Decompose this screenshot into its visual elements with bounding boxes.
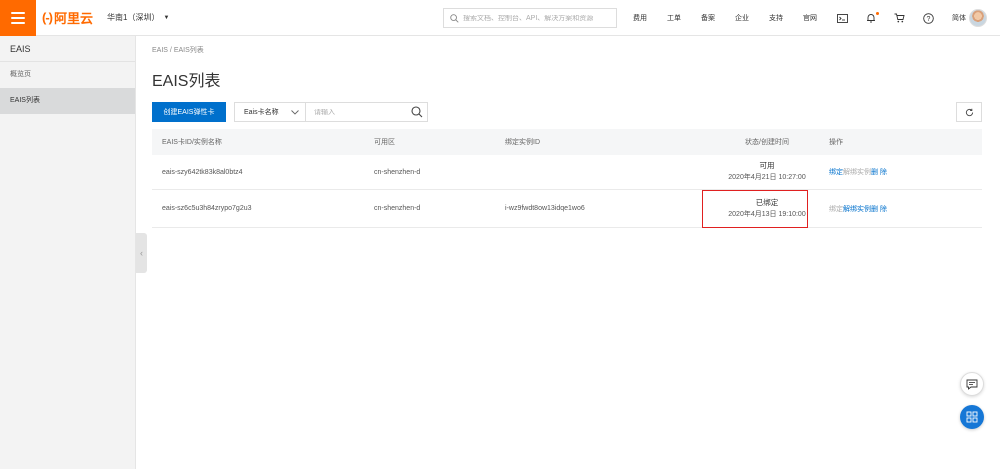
breadcrumb-root[interactable]: EAIS — [152, 47, 168, 54]
logo-mark: (-) — [42, 10, 53, 25]
nav-official[interactable]: 官网 — [803, 13, 817, 23]
refresh-icon — [965, 108, 973, 116]
apps-button[interactable] — [960, 405, 984, 429]
unbind-instance-link[interactable]: 解绑实例 — [843, 206, 871, 213]
bind-link[interactable]: 绑定 — [829, 169, 843, 176]
status-text: 可用 — [759, 161, 775, 170]
column-header: 可用区 — [374, 139, 395, 146]
breadcrumb: EAIS / EAIS列表 — [152, 45, 982, 55]
svg-text:?: ? — [927, 16, 931, 23]
apps-icon — [966, 411, 978, 423]
highlight-box — [702, 190, 808, 228]
menu-icon[interactable] — [0, 0, 36, 36]
status-cell: 可用 2020年4月21日 10:27:00 — [709, 160, 825, 184]
sidebar-item-eais-list[interactable]: EAIS列表 — [0, 88, 135, 114]
breadcrumb-separator: / — [169, 47, 172, 54]
filter-field-label: Eais卡名称 — [244, 109, 279, 116]
column-header: 绑定实例ID — [505, 139, 540, 146]
global-search[interactable] — [443, 8, 617, 28]
search-icon[interactable] — [411, 106, 423, 120]
unbind-instance-link: 解绑实例 — [843, 169, 871, 176]
region-label: 华南1（深圳） — [107, 13, 160, 22]
global-search-input[interactable] — [463, 14, 613, 22]
main-content: EAIS / EAIS列表 EAIS列表 创建EAIS弹性卡 Eais卡名称 E… — [152, 36, 982, 228]
nav-fee[interactable]: 费用 — [633, 13, 647, 23]
chat-icon — [966, 379, 978, 390]
sidebar-item-overview[interactable]: 概览页 — [0, 62, 135, 88]
sidebar: EAIS 概览页 EAIS列表 — [0, 36, 136, 469]
column-header: EAIS卡ID/实例名称 — [162, 139, 222, 146]
column-header: 状态/创建时间 — [745, 139, 789, 146]
column-header: 操作 — [829, 139, 843, 146]
table-header: EAIS卡ID/实例名称 可用区 绑定实例ID 状态/创建时间 操作 — [152, 129, 982, 155]
bind-link: 绑定 — [829, 205, 843, 213]
breadcrumb-current: EAIS列表 — [173, 47, 204, 54]
zone: cn-shenzhen-d — [374, 205, 421, 212]
eais-table: EAIS卡ID/实例名称 可用区 绑定实例ID 状态/创建时间 操作 eais-… — [152, 129, 982, 228]
page-title: EAIS列表 — [152, 73, 221, 90]
bound-instance-id[interactable]: i-wz9fwdt8ow13idqe1wo6 — [505, 205, 709, 212]
avatar[interactable] — [969, 9, 987, 27]
delete-link[interactable]: 删 除 — [871, 206, 887, 213]
create-eais-button[interactable]: 创建EAIS弹性卡 — [152, 102, 226, 122]
terminal-icon[interactable] — [837, 13, 848, 23]
language-switch[interactable]: 简体 — [952, 13, 966, 23]
operations: 绑定解绑实例删 除 — [825, 167, 982, 177]
table-row: eais-szy642tk83k8al0btz4 cn-shenzhen-d 可… — [152, 155, 982, 190]
created-time: 2020年4月21日 10:27:00 — [728, 174, 806, 181]
nav-enterprise[interactable]: 企业 — [735, 13, 749, 23]
table-row: eais-sz6c5u3h84zrypo7g2u3 cn-shenzhen-d … — [152, 190, 982, 228]
cart-icon[interactable] — [894, 13, 905, 23]
nav-support[interactable]: 支持 — [769, 13, 783, 23]
delete-link[interactable]: 删 除 — [871, 169, 887, 176]
logo-text: 阿里云 — [54, 11, 94, 26]
nav-ticket[interactable]: 工单 — [667, 13, 681, 23]
filter-field-select[interactable]: Eais卡名称 — [234, 102, 306, 122]
eais-id[interactable]: eais-sz6c5u3h84zrypo7g2u3 — [152, 205, 374, 212]
filter-input-box — [305, 102, 428, 122]
notification-dot — [876, 12, 879, 15]
chevron-down-icon — [291, 109, 299, 115]
top-nav: 费用 工单 备案 企业 支持 官网 ? 简体 — [633, 0, 986, 36]
nav-icp[interactable]: 备案 — [701, 13, 715, 23]
caret-down-icon: ▼ — [163, 14, 170, 21]
chat-button[interactable] — [960, 372, 984, 396]
top-bar: (-) 阿里云 华南1（深圳） ▼ 费用 工单 备案 企业 支持 官网 ? — [0, 0, 1000, 36]
region-selector[interactable]: 华南1（深圳） ▼ — [107, 12, 169, 23]
toolbar: 创建EAIS弹性卡 Eais卡名称 — [152, 102, 982, 122]
bell-icon[interactable] — [866, 12, 879, 23]
filter-input[interactable] — [314, 108, 414, 116]
sidebar-collapse-handle[interactable]: ‹ — [136, 233, 147, 273]
logo[interactable]: (-) 阿里云 — [42, 8, 93, 27]
sidebar-title: EAIS — [0, 36, 135, 62]
refresh-button[interactable] — [956, 102, 982, 122]
operations: 绑定解绑实例删 除 — [825, 204, 982, 214]
chevron-left-icon: ‹ — [140, 248, 143, 258]
eais-id[interactable]: eais-szy642tk83k8al0btz4 — [152, 169, 374, 176]
search-icon — [450, 13, 459, 23]
zone: cn-shenzhen-d — [374, 168, 421, 176]
help-icon[interactable]: ? — [923, 12, 934, 24]
